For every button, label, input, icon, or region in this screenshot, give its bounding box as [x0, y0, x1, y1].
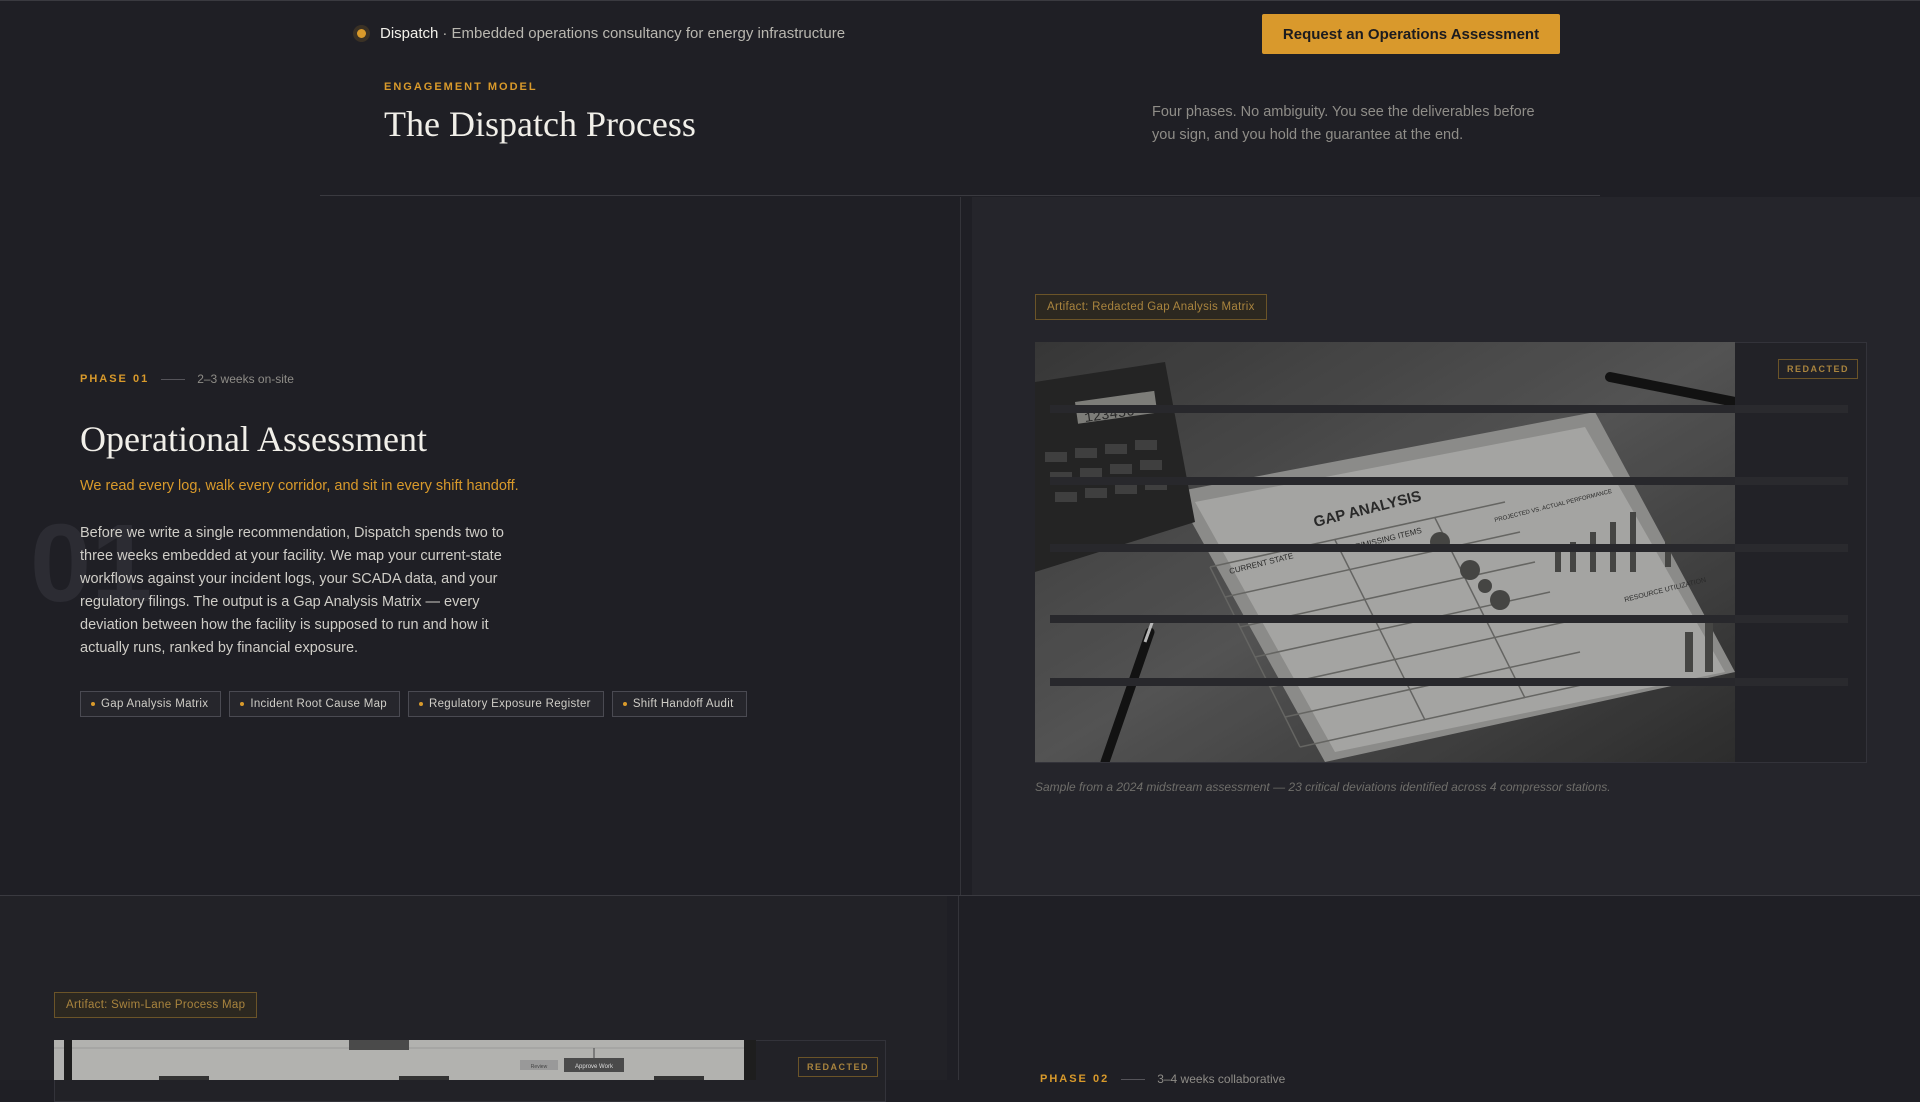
deliverable-chip: Shift Handoff Audit: [611, 691, 747, 717]
section-eyebrow: ENGAGEMENT MODEL: [384, 81, 538, 93]
redacted-badge: REDACTED: [798, 1057, 879, 1077]
phase-subtitle: We read every log, walk every corridor, …: [80, 478, 519, 494]
deliverable-label: Incident Root Cause Map: [250, 698, 387, 710]
deliverable-chip: Incident Root Cause Map: [229, 691, 400, 717]
redacted-badge: REDACTED: [1778, 359, 1859, 379]
divider: [161, 378, 186, 380]
redaction-bar: [1735, 405, 1848, 413]
artifact-tag: Artifact: Swim-Lane Process Map: [54, 992, 258, 1018]
status-dot-icon: [357, 29, 366, 38]
phase-label: PHASE 01: [80, 373, 150, 385]
page-title: The Dispatch Process: [384, 104, 696, 144]
redaction-bar: [1735, 544, 1848, 552]
phase-title: Operational Assessment: [80, 419, 427, 459]
dot-icon: [240, 702, 245, 706]
artifact-tag: Artifact: Redacted Gap Analysis Matrix: [1035, 294, 1267, 320]
phase-meta: PHASE 02 3–4 weeks collaborative: [1040, 1072, 1285, 1086]
brand-name[interactable]: Dispatch: [380, 25, 438, 42]
column-divider: [958, 896, 959, 1080]
phase-label: PHASE 02: [1040, 1073, 1110, 1085]
redaction-bar: [1735, 477, 1848, 485]
header-description: Four phases. No ambiguity. You see the d…: [1152, 104, 1535, 143]
deliverable-label: Regulatory Exposure Register: [429, 698, 591, 710]
redaction-bar: [1735, 615, 1848, 623]
header-divider: [320, 195, 1600, 196]
request-assessment-button[interactable]: Request an Operations Assessment: [1262, 14, 1560, 54]
brand-tagline: · Embedded operations consultancy for en…: [442, 25, 846, 42]
deliverable-label: Shift Handoff Audit: [632, 698, 734, 710]
image-process-label: Review: [531, 1064, 548, 1070]
top-bar: Dispatch · Embedded operations consultan…: [0, 0, 1920, 65]
deliverables-list: Gap Analysis Matrix Incident Root Cause …: [80, 691, 747, 717]
column-divider: [960, 197, 961, 895]
phase-meta: PHASE 01 2–3 weeks on-site: [80, 372, 294, 386]
deliverable-label: Gap Analysis Matrix: [101, 698, 209, 710]
deliverable-chip: Gap Analysis Matrix: [80, 691, 222, 717]
redaction-bar: [1735, 678, 1848, 686]
phase-body: Before we write a single recommendation,…: [80, 525, 504, 656]
divider: [1121, 1078, 1146, 1080]
deliverable-chip: Regulatory Exposure Register: [408, 691, 604, 717]
swim-lane-photo: Approve Work Review: [54, 1040, 756, 1080]
brand[interactable]: Dispatch · Embedded operations consultan…: [357, 25, 845, 42]
artifact-caption: Sample from a 2024 midstream assessment …: [1035, 780, 1611, 794]
dot-icon: [622, 702, 627, 706]
phase-duration: 2–3 weeks on-site: [197, 372, 294, 386]
dot-icon: [91, 702, 95, 706]
image-process-label: Approve Work: [575, 1064, 614, 1070]
phase-duration: 3–4 weeks collaborative: [1157, 1072, 1286, 1086]
dot-icon: [419, 702, 423, 706]
gap-analysis-photo: GAP ANALYSIS CURRENT STATE GAP/MISSING I…: [1035, 342, 1735, 762]
